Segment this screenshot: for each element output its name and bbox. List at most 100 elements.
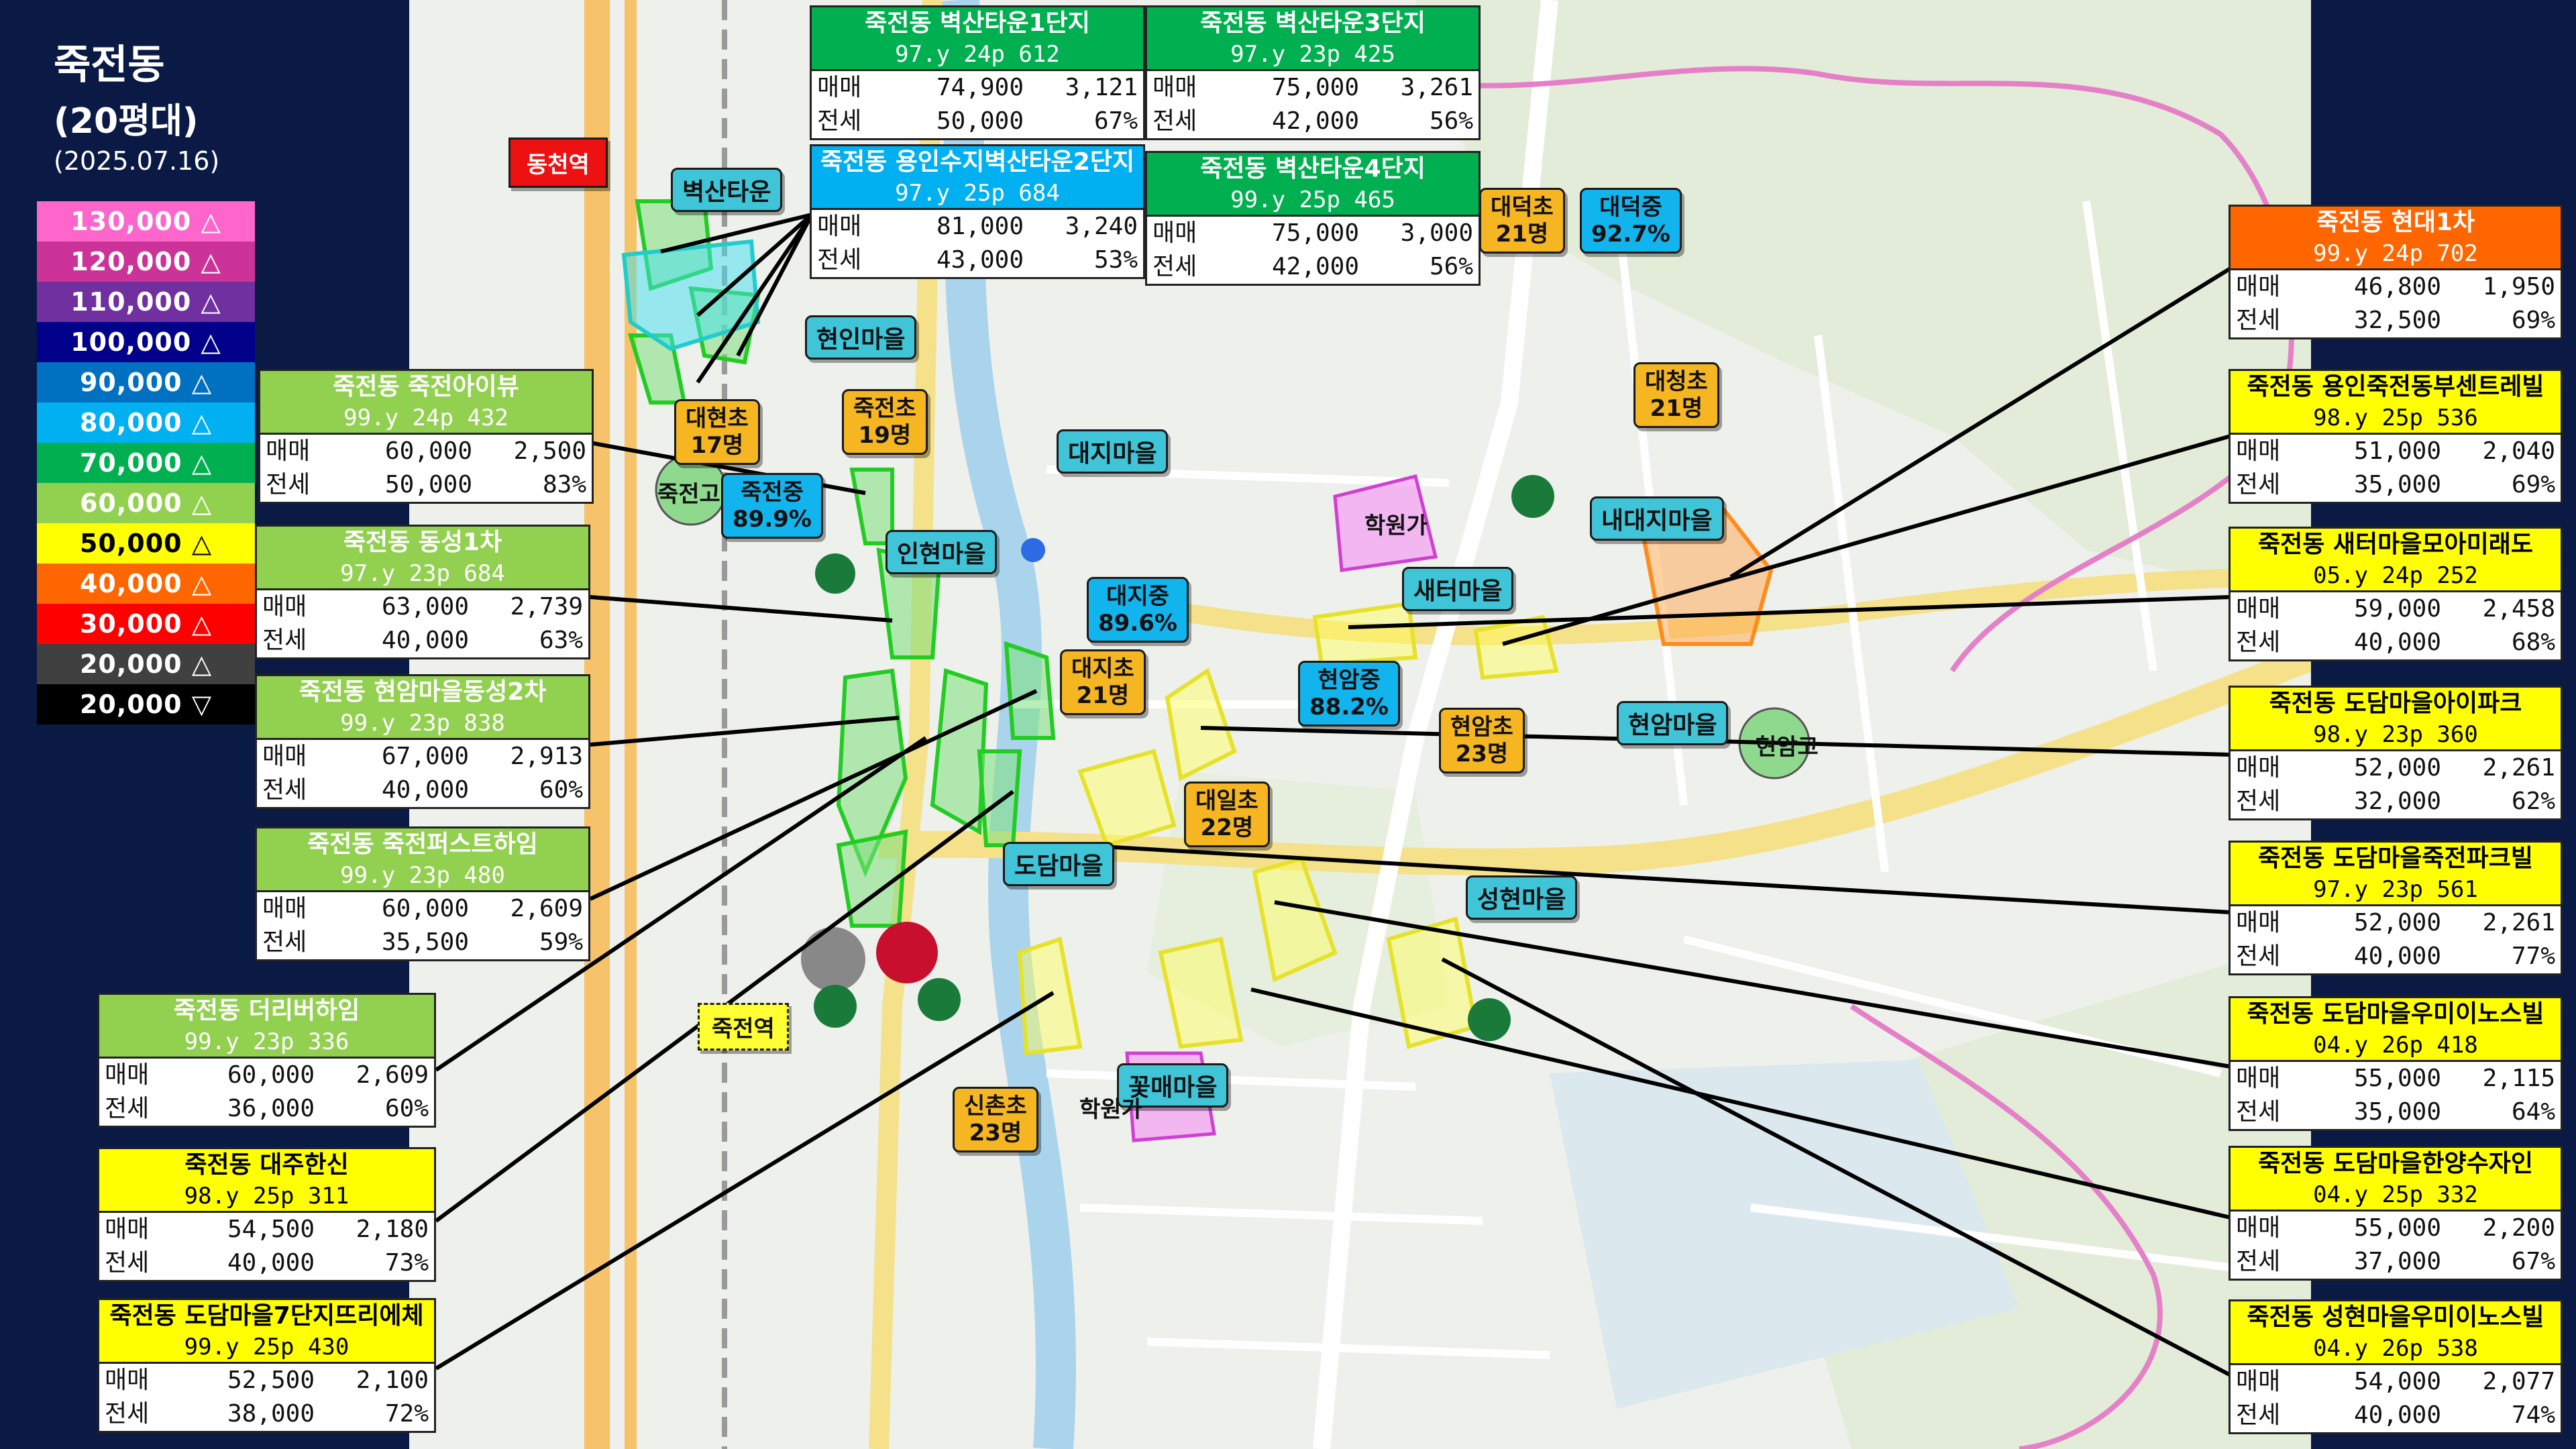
- apartment-info-box[interactable]: 죽전동 죽전아이뷰 99.y 24p 432 매매 60,000 2,500 전세 50,0…: [258, 369, 594, 504]
- sale-label: 매매: [2236, 1065, 2281, 1092]
- village-hyeonam[interactable]: 현암마을: [1617, 701, 1729, 745]
- price-per-pyeong: 3,240: [1065, 213, 1138, 240]
- apartment-name: 죽전동 더리버하임: [99, 995, 434, 1027]
- price-per-pyeong: 2,609: [356, 1061, 429, 1089]
- rent-ratio: 69%: [2511, 307, 2555, 334]
- rent-row: 전세 32,000 62%: [2231, 785, 2561, 818]
- village-naedaeji[interactable]: 내대지마을: [1590, 496, 1724, 541]
- apartment-spec: 99.y 25p 465: [1147, 185, 1479, 217]
- rent-label: 전세: [1152, 107, 1197, 135]
- apartment-info-box[interactable]: 죽전동 죽전퍼스트하임 99.y 23p 480 매매 60,000 2,609 전세 35…: [255, 826, 590, 961]
- school-hyeonam-middle[interactable]: 현암중 88.2%: [1298, 661, 1400, 727]
- apartment-info-box[interactable]: 죽전동 동성1차 97.y 23p 684 매매 63,000 2,739 전세 40,00…: [255, 525, 590, 659]
- village-inhyeon[interactable]: 인현마을: [885, 530, 998, 574]
- rent-price: 35,500: [381, 928, 469, 956]
- school-daehyeon[interactable]: 대현초 17명: [674, 399, 760, 465]
- sale-label: 매매: [1152, 219, 1197, 247]
- apartment-spec: 04.y 26p 538: [2231, 1334, 2561, 1365]
- rent-ratio: 63%: [539, 627, 583, 654]
- station-jukjeon[interactable]: 죽전역: [698, 1003, 789, 1051]
- sale-price: 55,000: [2353, 1065, 2441, 1092]
- apartment-info-box[interactable]: 죽전동 성현마을우미이노스빌 04.y 26p 538 매매 54,000 2,077 전…: [2229, 1299, 2563, 1434]
- apartment-info-box[interactable]: 죽전동 용인죽전동부센트레빌 98.y 25p 536 매매 51,000 2,040 전…: [2229, 369, 2563, 504]
- apartment-info-box[interactable]: 죽전동 도담마을죽전파크빌 97.y 23p 561 매매 52,000 2,261 전세…: [2229, 841, 2563, 975]
- apartment-info-box[interactable]: 죽전동 도담마을우미이노스빌 04.y 26p 418 매매 55,000 2,115 전…: [2229, 996, 2563, 1131]
- apartment-spec: 98.y 25p 311: [99, 1181, 434, 1213]
- apartment-info-box[interactable]: 죽전동 도담마을한양수자인 04.y 25p 332 매매 55,000 2,200 전세…: [2229, 1146, 2563, 1281]
- rent-ratio: 67%: [1093, 107, 1138, 135]
- apartment-info-box[interactable]: 죽전동 벽산타운4단지 99.y 25p 465 매매 75,000 3,000 전세 42…: [1145, 151, 1481, 286]
- rent-label: 전세: [105, 1095, 150, 1122]
- apartment-info-box[interactable]: 죽전동 벽산타운3단지 97.y 23p 425 매매 75,000 3,261 전세 42…: [1145, 5, 1481, 140]
- apartment-info-box[interactable]: 죽전동 도담마을아이파크 98.y 23p 360 매매 52,000 2,261 전세 3…: [2229, 686, 2563, 820]
- school-jukjeon-middle[interactable]: 죽전중 89.9%: [721, 473, 823, 539]
- price-per-pyeong: 2,180: [356, 1216, 429, 1243]
- rent-label: 전세: [2236, 1401, 2281, 1429]
- sale-price: 52,500: [227, 1366, 315, 1394]
- sale-price: 59,000: [2353, 595, 2441, 623]
- school-hyeonam-elementary[interactable]: 현암초 23명: [1439, 708, 1525, 773]
- school-daedeok[interactable]: 대덕초 21명: [1479, 188, 1565, 254]
- rent-label: 전세: [1152, 253, 1197, 280]
- apartment-info-box[interactable]: 죽전동 현대1차 99.y 24p 702 매매 46,800 1,950 전세 32,50…: [2229, 205, 2563, 339]
- school-daecheong[interactable]: 대청초 21명: [1633, 362, 1719, 428]
- sale-row: 매매 60,000 2,609: [99, 1059, 434, 1092]
- apartment-info-box[interactable]: 죽전동 대주한신 98.y 25p 311 매매 54,500 2,180 전세 40,00…: [97, 1147, 436, 1282]
- sale-label: 매매: [2236, 909, 2281, 936]
- school-jukjeon-elementary[interactable]: 죽전초 19명: [842, 389, 928, 455]
- rent-row: 전세 40,000 63%: [257, 624, 588, 657]
- village-dodam[interactable]: 도담마을: [1003, 842, 1115, 886]
- rent-ratio: 56%: [1429, 253, 1473, 280]
- rent-row: 전세 35,000 64%: [2231, 1095, 2561, 1129]
- village-hyeonin[interactable]: 현인마을: [805, 315, 917, 360]
- apartment-info-box[interactable]: 죽전동 새터마을모아미래도 05.y 24p 252 매매 59,000 2,458 전세…: [2229, 527, 2563, 661]
- legend-item: 60,000 △: [37, 483, 255, 523]
- price-per-pyeong: 2,100: [356, 1366, 429, 1394]
- apartment-info-box[interactable]: 죽전동 현암마을동성2차 99.y 23p 838 매매 67,000 2,913 전세 4…: [255, 674, 590, 809]
- rent-price: 40,000: [381, 627, 469, 654]
- rent-label: 전세: [2236, 1098, 2281, 1126]
- school-dail[interactable]: 대일초 22명: [1184, 782, 1270, 847]
- apartment-info-box[interactable]: 죽전동 더리버하임 99.y 23p 336 매매 60,000 2,609 전세 36,0…: [97, 993, 436, 1128]
- rent-ratio: 73%: [384, 1249, 429, 1277]
- sale-label: 매매: [2236, 437, 2281, 465]
- sale-row: 매매 63,000 2,739: [257, 590, 588, 624]
- apartment-info-box[interactable]: 죽전동 도담마을7단지뜨리에체 99.y 25p 430 매매 52,500 2,100…: [97, 1298, 436, 1433]
- rent-row: 전세 40,000 68%: [2231, 626, 2561, 659]
- school-sinchon[interactable]: 신촌초 23명: [953, 1087, 1038, 1152]
- academy-area-north[interactable]: 학원가: [1355, 503, 1437, 544]
- rent-label: 전세: [2236, 1248, 2281, 1275]
- rent-label: 전세: [817, 246, 862, 274]
- rent-label: 전세: [105, 1400, 150, 1428]
- apartment-name: 죽전동 대주한신: [99, 1149, 434, 1181]
- school-jukjeon-high[interactable]: 죽전고: [649, 473, 729, 511]
- village-saeteo[interactable]: 새터마을: [1402, 567, 1514, 611]
- apartment-info-box[interactable]: 죽전동 벽산타운1단지 97.y 24p 612 매매 74,900 3,121 전세 50…: [810, 5, 1145, 140]
- apartment-spec: 99.y 23p 480: [257, 861, 588, 892]
- village-daeji[interactable]: 대지마을: [1057, 429, 1169, 474]
- sale-price: 75,000: [1271, 219, 1359, 247]
- rent-price: 38,000: [227, 1400, 315, 1428]
- school-hyeonam-high[interactable]: 현암고: [1748, 726, 1827, 764]
- school-daeji-middle[interactable]: 대지중 89.6%: [1087, 577, 1189, 643]
- academy-area-south[interactable]: 학원가: [1070, 1087, 1152, 1128]
- rent-price: 40,000: [227, 1249, 315, 1277]
- school-daeji-elementary[interactable]: 대지초 21명: [1060, 649, 1146, 715]
- sale-row: 매매 54,500 2,180: [99, 1213, 434, 1246]
- sale-price: 51,000: [2353, 437, 2441, 465]
- station-dongcheon[interactable]: 동천역: [508, 138, 608, 188]
- apartment-name: 죽전동 현암마을동성2차: [257, 676, 588, 708]
- rent-label: 전세: [262, 627, 307, 654]
- village-byeoksan[interactable]: 벽산타운: [671, 168, 783, 212]
- price-per-pyeong: 2,077: [2482, 1368, 2555, 1395]
- rent-label: 전세: [262, 928, 307, 956]
- apartment-info-box[interactable]: 죽전동 용인수지벽산타운2단지 97.y 25p 684 매매 81,000 3,240…: [810, 144, 1145, 279]
- apartment-name: 죽전동 새터마을모아미래도: [2231, 529, 2561, 561]
- price-legend: 130,000 △ 120,000 △ 110,000 △ 100,000 △ 90,0…: [37, 201, 255, 724]
- school-daedeok-middle[interactable]: 대덕중 92.7%: [1580, 188, 1682, 254]
- sale-label: 매매: [2236, 1214, 2281, 1242]
- legend-item: 20,000 ▽: [37, 684, 255, 724]
- apartment-spec: 98.y 25p 536: [2231, 403, 2561, 435]
- sale-price: 52,000: [2353, 754, 2441, 782]
- village-seonghyeon[interactable]: 성현마을: [1466, 875, 1578, 920]
